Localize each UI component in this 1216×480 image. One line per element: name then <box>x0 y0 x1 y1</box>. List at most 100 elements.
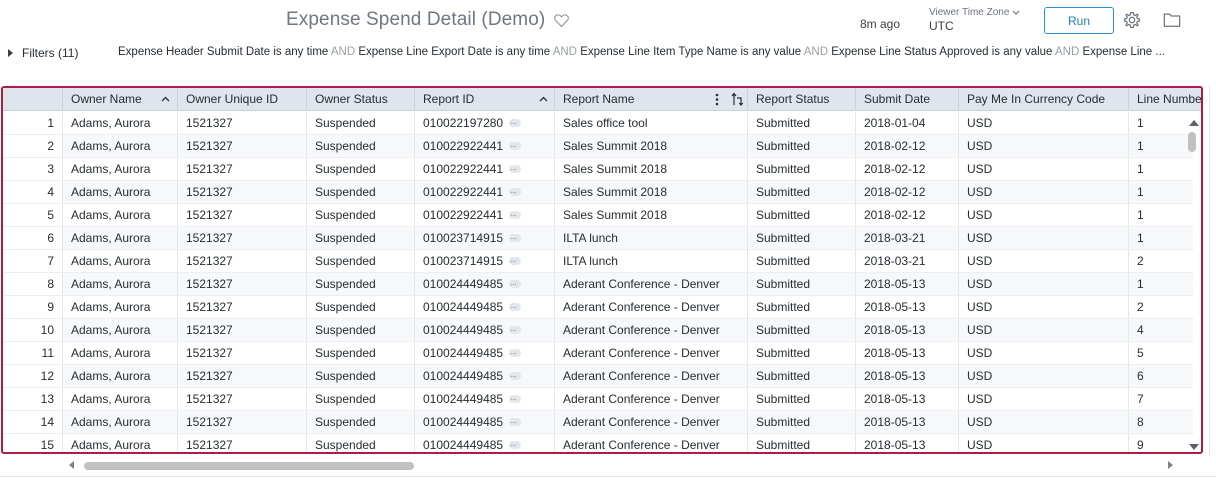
pay-currency-cell[interactable]: USD <box>959 388 1129 410</box>
scroll-right-arrow-icon[interactable] <box>1168 461 1173 469</box>
owner-name-cell[interactable]: Adams, Aurora <box>63 227 178 249</box>
pay-currency-header[interactable]: Pay Me In Currency Code <box>959 88 1129 111</box>
line-number-cell[interactable]: 6 <box>1129 365 1201 387</box>
owner-unique-id-cell[interactable]: 1521327 <box>178 273 307 295</box>
report-name-cell[interactable]: Aderant Conference - Denver <box>555 434 748 452</box>
submit-date-cell[interactable]: 2018-02-12 <box>856 135 959 157</box>
report-id-cell[interactable]: 010022922441 <box>415 181 555 203</box>
line-number-cell[interactable]: 2 <box>1129 250 1201 272</box>
report-status-cell[interactable]: Submitted <box>748 296 856 318</box>
line-number-cell[interactable]: 1 <box>1129 227 1201 249</box>
submit-date-cell[interactable]: 2018-03-21 <box>856 227 959 249</box>
owner-unique-id-cell[interactable]: 1521327 <box>178 296 307 318</box>
submit-date-cell[interactable]: 2018-05-13 <box>856 411 959 433</box>
pay-currency-cell[interactable]: USD <box>959 411 1129 433</box>
owner-status-cell[interactable]: Suspended <box>307 434 415 452</box>
report-status-cell[interactable]: Submitted <box>748 365 856 387</box>
pay-currency-cell[interactable]: USD <box>959 181 1129 203</box>
submit-date-cell[interactable]: 2018-05-13 <box>856 388 959 410</box>
scroll-up-arrow-icon[interactable] <box>1189 120 1199 126</box>
owner-name-cell[interactable]: Adams, Aurora <box>63 296 178 318</box>
pay-currency-cell[interactable]: USD <box>959 296 1129 318</box>
owner-status-cell[interactable]: Suspended <box>307 135 415 157</box>
heart-icon[interactable] <box>553 12 570 29</box>
report-name-cell[interactable]: Aderant Conference - Denver <box>555 319 748 341</box>
report-status-cell[interactable]: Submitted <box>748 434 856 452</box>
owner-name-cell[interactable]: Adams, Aurora <box>63 319 178 341</box>
owner-name-cell[interactable]: Adams, Aurora <box>63 342 178 364</box>
more-ellipsis-icon[interactable] <box>509 112 522 134</box>
more-ellipsis-icon[interactable] <box>509 365 522 387</box>
submit-date-cell[interactable]: 2018-01-04 <box>856 112 959 134</box>
owner-unique-id-cell[interactable]: 1521327 <box>178 227 307 249</box>
horizontal-scrollbar-thumb[interactable] <box>84 462 414 470</box>
gear-icon[interactable] <box>1123 11 1141 29</box>
scroll-down-arrow-icon[interactable] <box>1189 444 1199 450</box>
report-status-cell[interactable]: Submitted <box>748 158 856 180</box>
sort-ascending-icon[interactable] <box>161 96 170 102</box>
more-ellipsis-icon[interactable] <box>509 388 522 410</box>
report-id-cell[interactable]: 010022922441 <box>415 135 555 157</box>
pay-currency-cell[interactable]: USD <box>959 365 1129 387</box>
report-id-cell[interactable]: 010024449485 <box>415 273 555 295</box>
submit-date-cell[interactable]: 2018-02-12 <box>856 181 959 203</box>
report-name-cell[interactable]: Sales Summit 2018 <box>555 158 748 180</box>
report-id-cell[interactable]: 010024449485 <box>415 296 555 318</box>
report-id-cell[interactable]: 010022922441 <box>415 158 555 180</box>
report-status-cell[interactable]: Submitted <box>748 273 856 295</box>
more-ellipsis-icon[interactable] <box>509 319 522 341</box>
owner-name-cell[interactable]: Adams, Aurora <box>63 112 178 134</box>
submit-date-cell[interactable]: 2018-02-12 <box>856 204 959 226</box>
more-ellipsis-icon[interactable] <box>509 250 522 272</box>
owner-name-cell[interactable]: Adams, Aurora <box>63 273 178 295</box>
submit-date-cell[interactable]: 2018-05-13 <box>856 342 959 364</box>
report-status-header[interactable]: Report Status <box>748 88 856 111</box>
filter-summary[interactable]: Expense Header Submit Date is any time A… <box>118 46 1198 58</box>
report-status-cell[interactable]: Submitted <box>748 227 856 249</box>
report-id-cell[interactable]: 010024449485 <box>415 388 555 410</box>
more-ellipsis-icon[interactable] <box>509 296 522 318</box>
pay-currency-cell[interactable]: USD <box>959 342 1129 364</box>
owner-status-cell[interactable]: Suspended <box>307 388 415 410</box>
owner-status-cell[interactable]: Suspended <box>307 158 415 180</box>
pay-currency-cell[interactable]: USD <box>959 158 1129 180</box>
report-name-cell[interactable]: Aderant Conference - Denver <box>555 365 748 387</box>
pay-currency-cell[interactable]: USD <box>959 434 1129 452</box>
report-status-cell[interactable]: Submitted <box>748 250 856 272</box>
line-number-cell[interactable]: 1 <box>1129 204 1201 226</box>
filters-toggle[interactable]: Filters (11) <box>8 46 78 60</box>
owner-status-cell[interactable]: Suspended <box>307 273 415 295</box>
submit-date-header[interactable]: Submit Date <box>856 88 959 111</box>
more-ellipsis-icon[interactable] <box>509 204 522 226</box>
owner-unique-id-cell[interactable]: 1521327 <box>178 158 307 180</box>
line-number-cell[interactable]: 2 <box>1129 296 1201 318</box>
report-name-cell[interactable]: Aderant Conference - Denver <box>555 273 748 295</box>
report-name-cell[interactable]: Sales office tool <box>555 112 748 134</box>
pay-currency-cell[interactable]: USD <box>959 204 1129 226</box>
owner-status-cell[interactable]: Suspended <box>307 181 415 203</box>
owner-name-cell[interactable]: Adams, Aurora <box>63 204 178 226</box>
report-status-cell[interactable]: Submitted <box>748 181 856 203</box>
pay-currency-cell[interactable]: USD <box>959 273 1129 295</box>
submit-date-cell[interactable]: 2018-05-13 <box>856 365 959 387</box>
owner-name-cell[interactable]: Adams, Aurora <box>63 365 178 387</box>
owner-unique-id-cell[interactable]: 1521327 <box>178 342 307 364</box>
owner-unique-id-cell[interactable]: 1521327 <box>178 250 307 272</box>
more-ellipsis-icon[interactable] <box>509 434 522 452</box>
owner-status-cell[interactable]: Suspended <box>307 250 415 272</box>
timezone-selector[interactable]: Viewer Time Zone <box>929 7 1020 18</box>
pay-currency-cell[interactable]: USD <box>959 112 1129 134</box>
report-id-cell[interactable]: 010022197280 <box>415 112 555 134</box>
report-name-header[interactable]: Report Name <box>555 88 748 111</box>
report-id-cell[interactable]: 010023714915 <box>415 250 555 272</box>
submit-date-cell[interactable]: 2018-05-13 <box>856 273 959 295</box>
more-ellipsis-icon[interactable] <box>509 181 522 203</box>
more-ellipsis-icon[interactable] <box>509 135 522 157</box>
vertical-scrollbar-thumb[interactable] <box>1188 132 1196 152</box>
owner-status-cell[interactable]: Suspended <box>307 319 415 341</box>
report-name-cell[interactable]: ILTA lunch <box>555 227 748 249</box>
line-number-cell[interactable]: 1 <box>1129 273 1201 295</box>
pay-currency-cell[interactable]: USD <box>959 227 1129 249</box>
owner-status-cell[interactable]: Suspended <box>307 296 415 318</box>
owner-name-cell[interactable]: Adams, Aurora <box>63 158 178 180</box>
